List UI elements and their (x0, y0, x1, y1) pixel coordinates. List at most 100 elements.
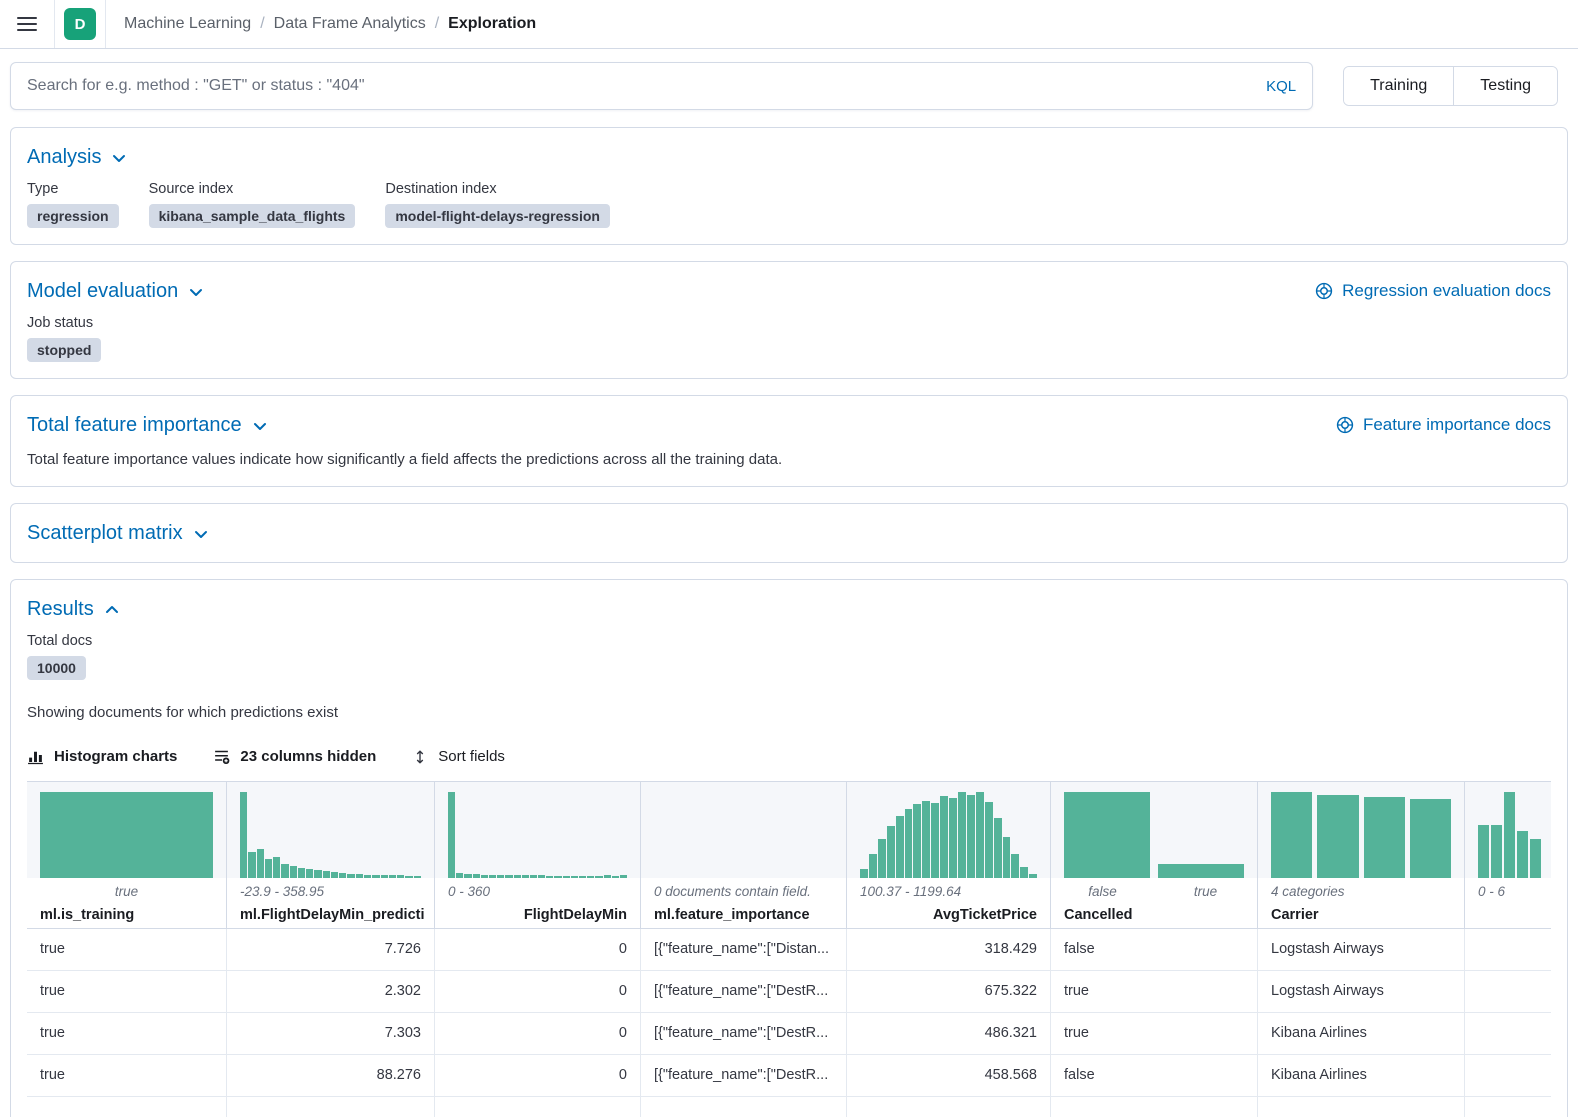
histogram-bar (505, 875, 512, 878)
total-docs-field: Total docs 10000 (27, 632, 1551, 680)
grid-cell[interactable]: [{"feature_name":["DestR... (641, 971, 847, 1012)
grid-cell[interactable]: 0 (435, 929, 641, 970)
breadcrumb-machine-learning[interactable]: Machine Learning (124, 15, 251, 33)
grid-column-header-Carrier[interactable]: 4 categoriesCarrier (1258, 782, 1465, 928)
histogram-bar (489, 875, 496, 878)
breadcrumb-data-frame-analytics[interactable]: Data Frame Analytics (274, 15, 426, 33)
histogram-bar (595, 876, 602, 878)
histogram-bar (405, 876, 412, 878)
column-name: ml.is_training (27, 902, 226, 928)
grid-cell[interactable]: [{"feature_name":["Distan... (641, 929, 847, 970)
grid-cell[interactable] (847, 1097, 1051, 1117)
grid-cell[interactable]: true (27, 971, 227, 1012)
feature-importance-description: Total feature importance values indicate… (27, 450, 1551, 470)
analysis-field-type: Type regression (27, 180, 119, 228)
histogram-bar (381, 875, 388, 878)
grid-column-header-ml.FlightDelayMin_predicti[interactable]: -23.9 - 358.95ml.FlightDelayMin_predicti (227, 782, 435, 928)
grid-cell[interactable]: 675.322 (847, 971, 1051, 1012)
grid-cell[interactable]: false (1051, 929, 1258, 970)
chevron-down-icon (111, 150, 127, 166)
sort-fields-button[interactable]: Sort fields (412, 748, 505, 765)
histogram-bar (347, 874, 354, 878)
grid-cell[interactable] (1465, 1055, 1551, 1096)
grid-cell[interactable] (1465, 1013, 1551, 1054)
feature-importance-docs-link[interactable]: Feature importance docs (1336, 415, 1551, 435)
histogram-bar (554, 876, 561, 878)
grid-column-header-Cancelled[interactable]: falsetrueCancelled (1051, 782, 1258, 928)
grid-cell[interactable] (1465, 1097, 1551, 1117)
grid-column-header-ml.feature_importance[interactable]: 0 documents contain field.ml.feature_imp… (641, 782, 847, 928)
histogram-bar (887, 826, 895, 878)
grid-cell[interactable] (1051, 1097, 1258, 1117)
grid-cell[interactable]: [{"feature_name":["DestR... (641, 1055, 847, 1096)
grid-column-header-FlightDelayMin[interactable]: 0 - 360FlightDelayMin (435, 782, 641, 928)
columns-hidden-button[interactable]: 23 columns hidden (213, 748, 376, 765)
grid-cell[interactable]: 458.568 (847, 1055, 1051, 1096)
grid-cell[interactable]: 88.276 (227, 1055, 435, 1096)
grid-cell[interactable]: Logstash Airways (1258, 971, 1465, 1012)
testing-button[interactable]: Testing (1453, 67, 1557, 105)
grid-cell[interactable]: true (1051, 1013, 1258, 1054)
kql-language-button[interactable]: KQL (1266, 78, 1296, 95)
grid-cell[interactable] (1465, 929, 1551, 970)
grid-cell[interactable]: true (1051, 971, 1258, 1012)
model-evaluation-accordion-toggle[interactable]: Model evaluation (27, 278, 204, 304)
panel-title: Analysis (27, 144, 101, 170)
grid-column-header-ml.is_training[interactable]: trueml.is_training (27, 782, 227, 928)
results-accordion-toggle[interactable]: Results (27, 596, 120, 622)
panel-title: Scatterplot matrix (27, 520, 183, 546)
grid-cell[interactable]: [{"feature_name":["DestR... (641, 1013, 847, 1054)
grid-cell[interactable] (1258, 1097, 1465, 1117)
grid-cell[interactable]: Kibana Airlines (1258, 1055, 1465, 1096)
grid-cell[interactable]: 486.321 (847, 1013, 1051, 1054)
field-label: Type (27, 180, 119, 198)
analysis-fields: Type regression Source index kibana_samp… (27, 180, 1551, 228)
regression-evaluation-docs-link[interactable]: Regression evaluation docs (1315, 281, 1551, 301)
grid-cell[interactable]: 0 (435, 1013, 641, 1054)
histogram-bar (587, 876, 594, 878)
grid-cell[interactable]: true (27, 929, 227, 970)
grid-cell[interactable]: 318.429 (847, 929, 1051, 970)
grid-column-header-AvgTicketPrice[interactable]: 100.37 - 1199.64AvgTicketPrice (847, 782, 1051, 928)
grid-cell[interactable] (435, 1097, 641, 1117)
histogram-range-label: 4 categories (1258, 881, 1464, 902)
analysis-field-destination-index: Destination index model-flight-delays-re… (385, 180, 610, 228)
grid-cell[interactable]: Logstash Airways (1258, 929, 1465, 970)
grid-body: true7.7260[{"feature_name":["Distan...31… (27, 929, 1551, 1117)
grid-cell[interactable]: 2.302 (227, 971, 435, 1012)
histogram-bar (372, 875, 379, 878)
training-button[interactable]: Training (1344, 67, 1453, 105)
grid-cell[interactable]: 7.303 (227, 1013, 435, 1054)
histogram-bar (497, 875, 504, 878)
grid-cell[interactable]: 7.726 (227, 929, 435, 970)
histogram-bar (1003, 837, 1011, 878)
grid-cell[interactable]: 0 (435, 971, 641, 1012)
grid-cell[interactable] (1465, 971, 1551, 1012)
histogram-bar (397, 875, 404, 878)
histogram-charts-button[interactable]: Histogram charts (27, 748, 177, 765)
feature-importance-accordion-toggle[interactable]: Total feature importance (27, 412, 268, 438)
grid-cell[interactable]: Kibana Airlines (1258, 1013, 1465, 1054)
space-avatar[interactable]: D (64, 8, 96, 40)
type-badge: regression (27, 204, 119, 228)
histogram-bar (356, 874, 363, 878)
sort-icon (412, 749, 428, 765)
search-input[interactable] (27, 77, 1252, 95)
grid-cell[interactable] (27, 1097, 227, 1117)
top-header: D Machine Learning / Data Frame Analytic… (0, 0, 1578, 49)
grid-cell[interactable]: true (27, 1013, 227, 1054)
toolbar-label: Histogram charts (54, 748, 177, 765)
histogram-bar (1158, 864, 1244, 878)
grid-cell[interactable]: false (1051, 1055, 1258, 1096)
histogram-bar (994, 818, 1002, 878)
breadcrumb-separator: / (435, 15, 439, 33)
scatterplot-accordion-toggle[interactable]: Scatterplot matrix (27, 520, 209, 546)
grid-cell[interactable] (227, 1097, 435, 1117)
grid-cell[interactable]: 0 (435, 1055, 641, 1096)
grid-column-header-clipped[interactable]: 0 - 6 (1465, 782, 1551, 928)
analysis-accordion-toggle[interactable]: Analysis (27, 144, 127, 170)
histogram-bar (273, 857, 280, 878)
grid-cell[interactable] (641, 1097, 847, 1117)
grid-cell[interactable]: true (27, 1055, 227, 1096)
hamburger-menu-button[interactable] (0, 0, 54, 48)
